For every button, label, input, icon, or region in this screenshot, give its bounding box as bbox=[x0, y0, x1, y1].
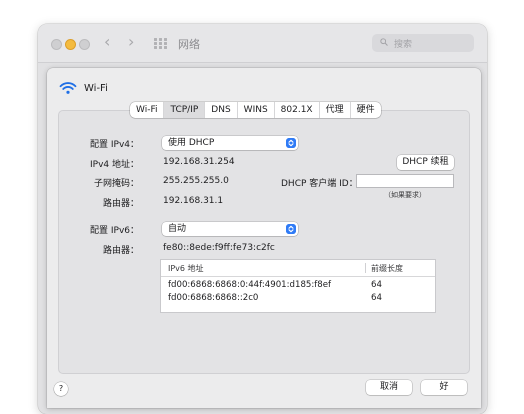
table-row-2-address[interactable]: fd00:6868:6868::2c0 bbox=[168, 293, 258, 303]
window-title: 网络 bbox=[178, 38, 200, 51]
configure-ipv6-popup[interactable]: 自动 bbox=[162, 222, 298, 236]
ipv4-address-value: 192.168.31.254 bbox=[163, 157, 235, 167]
chevron-up-down-icon bbox=[286, 224, 296, 234]
ipv4-router-value: 192.168.31.1 bbox=[163, 196, 224, 206]
cancel-button[interactable]: 取消 bbox=[366, 380, 412, 395]
table-row-1-prefix[interactable]: 64 bbox=[371, 280, 382, 290]
column-header-prefix-length[interactable]: 前缀长度 bbox=[371, 263, 403, 274]
tab-proxy[interactable]: 代理 bbox=[320, 102, 351, 118]
ipv4-address-label: IPv4 地址： bbox=[90, 160, 139, 170]
configure-ipv4-value: 使用 DHCP bbox=[168, 138, 215, 148]
dhcp-client-id-field[interactable] bbox=[356, 174, 454, 188]
table-row-1-address[interactable]: fd00:6868:6868:0:44f:4901:d185:f8ef bbox=[168, 280, 331, 290]
configure-ipv4-popup[interactable]: 使用 DHCP bbox=[162, 136, 298, 150]
configure-ipv4-label: 配置 IPv4： bbox=[90, 140, 139, 150]
tab-wifi[interactable]: Wi-Fi bbox=[130, 102, 165, 118]
forward-chevron-icon[interactable]: › bbox=[128, 33, 134, 51]
dhcp-client-id-hint: （如果要求） bbox=[384, 191, 426, 199]
search-icon bbox=[380, 38, 388, 46]
column-divider bbox=[365, 263, 366, 273]
renew-dhcp-lease-button[interactable]: DHCP 续租 bbox=[397, 155, 454, 170]
ipv6-router-label: 路由器： bbox=[102, 246, 139, 256]
sheet-title: Wi-Fi bbox=[84, 83, 108, 94]
configure-ipv6-label: 配置 IPv6： bbox=[90, 226, 139, 236]
search-input[interactable]: 搜索 bbox=[372, 34, 474, 52]
ipv6-router-value: fe80::8ede:f9ff:fe73:c2fc bbox=[163, 243, 275, 253]
search-placeholder: 搜索 bbox=[394, 40, 413, 50]
subnet-mask-label: 子网掩码： bbox=[93, 179, 139, 189]
help-button[interactable]: ? bbox=[54, 382, 68, 396]
wifi-icon bbox=[59, 82, 77, 94]
tab-bar: Wi-Fi TCP/IP DNS WINS 802.1X 代理 硬件 bbox=[130, 102, 381, 118]
table-header: IPv6 地址 前缀长度 bbox=[161, 260, 435, 277]
zoom-window-button[interactable] bbox=[79, 39, 90, 50]
close-window-button[interactable] bbox=[51, 39, 62, 50]
back-chevron-icon[interactable]: ‹ bbox=[104, 33, 110, 51]
tab-hardware[interactable]: 硬件 bbox=[351, 102, 381, 118]
chevron-up-down-icon bbox=[286, 138, 296, 148]
ipv6-address-table[interactable]: IPv6 地址 前缀长度 fd00:6868:6868:0:44f:4901:d… bbox=[160, 259, 436, 313]
tab-8021x[interactable]: 802.1X bbox=[275, 102, 320, 118]
tcp-ip-panel: 配置 IPv4： 使用 DHCP IPv4 地址： 192.168.31.254… bbox=[58, 110, 470, 374]
table-row-2-prefix[interactable]: 64 bbox=[371, 293, 382, 303]
ipv4-router-label: 路由器： bbox=[102, 199, 139, 209]
show-all-grid-icon[interactable] bbox=[154, 38, 167, 49]
tab-wins[interactable]: WINS bbox=[238, 102, 275, 118]
ok-button[interactable]: 好 bbox=[421, 380, 467, 395]
column-header-ipv6-address[interactable]: IPv6 地址 bbox=[168, 263, 204, 274]
dhcp-client-id-label: DHCP 客户端 ID： bbox=[281, 179, 358, 189]
window-toolbar: ‹ › 网络 搜索 bbox=[38, 24, 487, 63]
wifi-advanced-sheet: Wi-Fi Wi-Fi TCP/IP DNS WINS 802.1X 代理 硬件… bbox=[47, 68, 481, 408]
subnet-mask-value: 255.255.255.0 bbox=[163, 176, 229, 186]
minimize-window-button[interactable] bbox=[65, 39, 76, 50]
tab-tcp-ip[interactable]: TCP/IP bbox=[164, 102, 206, 118]
tab-dns[interactable]: DNS bbox=[205, 102, 238, 118]
configure-ipv6-value: 自动 bbox=[168, 224, 187, 234]
